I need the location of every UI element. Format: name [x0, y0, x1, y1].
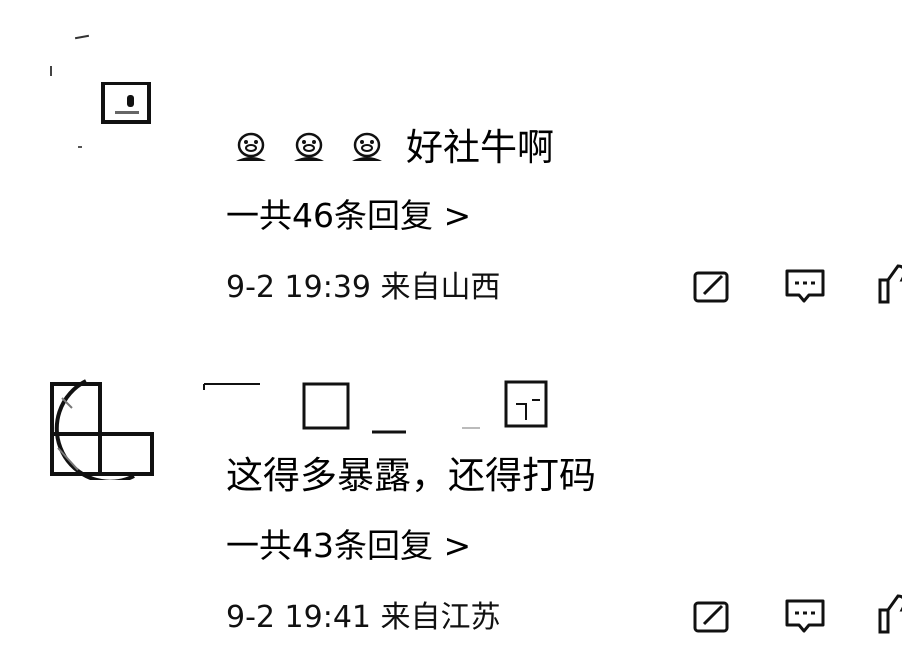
view-replies-link[interactable]: 一共43条回复 > [226, 528, 471, 564]
edit-icon[interactable] [690, 598, 732, 636]
scan-artifact [74, 34, 90, 40]
comment-icon[interactable] [784, 598, 826, 636]
comment-icon[interactable] [784, 268, 826, 306]
avatar[interactable] [101, 82, 151, 124]
pig-face-emoji-icon [290, 131, 328, 165]
comment-meta: 9-2 19:41 来自江苏 [226, 600, 501, 635]
pig-face-emoji-icon [232, 131, 270, 165]
username-redacted [200, 380, 560, 436]
scan-artifact [78, 146, 82, 148]
comment-meta: 9-2 19:39 来自山西 [226, 270, 501, 305]
like-icon[interactable] [872, 594, 902, 634]
scan-artifact [50, 66, 52, 76]
edit-icon[interactable] [690, 268, 732, 306]
like-icon[interactable] [872, 264, 902, 304]
comment-text: 好社牛啊 [406, 126, 554, 169]
view-replies-link[interactable]: 一共46条回复 > [226, 198, 471, 234]
avatar[interactable] [38, 378, 156, 484]
emoji-row [232, 128, 386, 168]
pig-face-emoji-icon [348, 131, 386, 165]
comment-text: 这得多暴露，还得打码 [226, 454, 596, 497]
